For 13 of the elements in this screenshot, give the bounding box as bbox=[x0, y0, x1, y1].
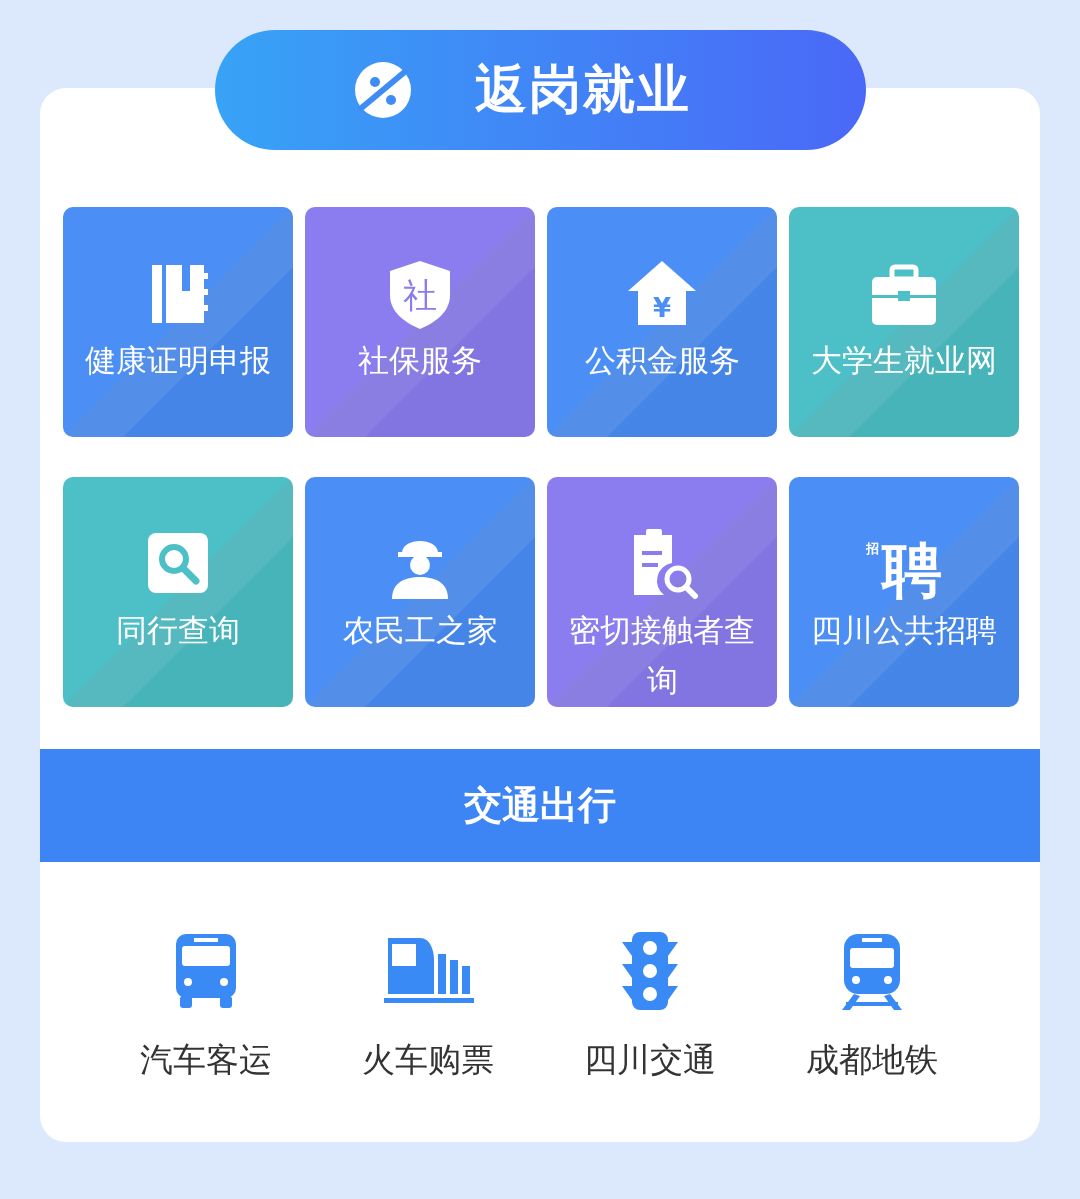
service-tile[interactable]: 密切接触者查询 bbox=[547, 477, 777, 707]
service-tile[interactable]: 农民工之家 bbox=[305, 477, 535, 707]
transport-item[interactable]: 四川交通 bbox=[539, 930, 761, 1083]
service-tile[interactable]: 大学生就业网 bbox=[789, 207, 1019, 437]
service-tile[interactable]: ¥ 公积金服务 bbox=[547, 207, 777, 437]
transport-item[interactable]: 汽车客运 bbox=[95, 930, 317, 1083]
section-title: 交通出行 bbox=[464, 782, 616, 829]
transport-item[interactable]: 成都地铁 bbox=[761, 930, 983, 1083]
transport-item[interactable]: 火车购票 bbox=[317, 930, 539, 1083]
service-tile[interactable]: 健康证明申报 bbox=[63, 207, 293, 437]
header-title: 返岗就业 bbox=[474, 58, 691, 121]
service-tile[interactable]: 社 社保服务 bbox=[305, 207, 535, 437]
service-tile[interactable]: 同行查询 bbox=[63, 477, 293, 707]
